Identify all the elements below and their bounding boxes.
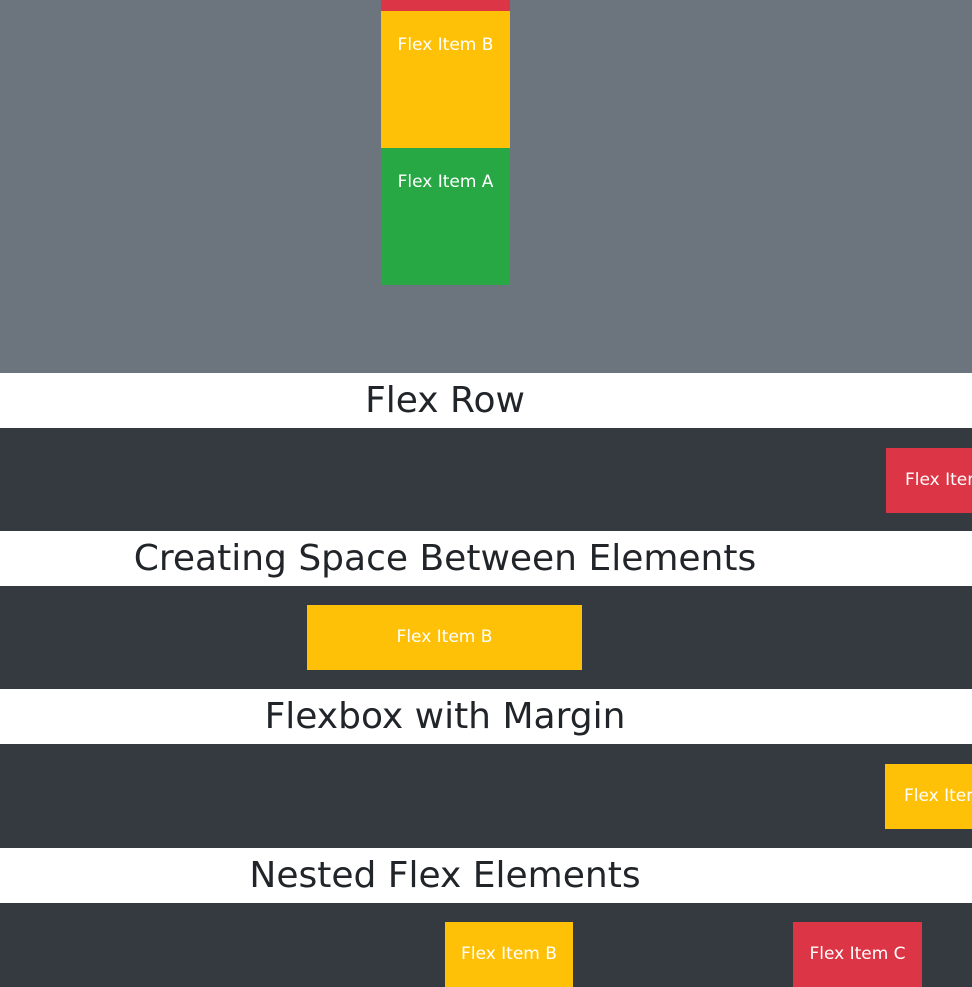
vertical-flex-demo: Flex Item B Flex Item A [0,0,972,373]
nested-flex-heading: Nested Flex Elements [249,854,641,896]
space-between-heading: Creating Space Between Elements [133,537,757,579]
space-between-demo: Flex Item B [0,586,972,689]
flexbox-margin-heading: Flexbox with Margin [264,695,626,737]
flex-item-yellow: Flex Item [885,764,972,829]
flex-item-b-wide: Flex Item B [307,605,582,670]
flex-item-a: Flex Item A [381,148,510,285]
flex-item-b: Flex Item B [381,11,510,148]
flex-row-heading: Flex Row [365,379,525,421]
flex-item-red: Flex Item [886,448,972,513]
flex-row-demo: Flex Item [0,428,972,531]
flex-item-red-top [381,0,510,11]
nested-flex-demo: Flex Item B Flex Item C [0,903,972,987]
nested-flex-item-c: Flex Item C [793,922,922,987]
flexbox-demo-page: Flex Item B Flex Item A Flex Row Flex It… [0,0,972,987]
nested-flex-item-b: Flex Item B [445,922,573,987]
flexbox-margin-demo: Flex Item [0,744,972,848]
